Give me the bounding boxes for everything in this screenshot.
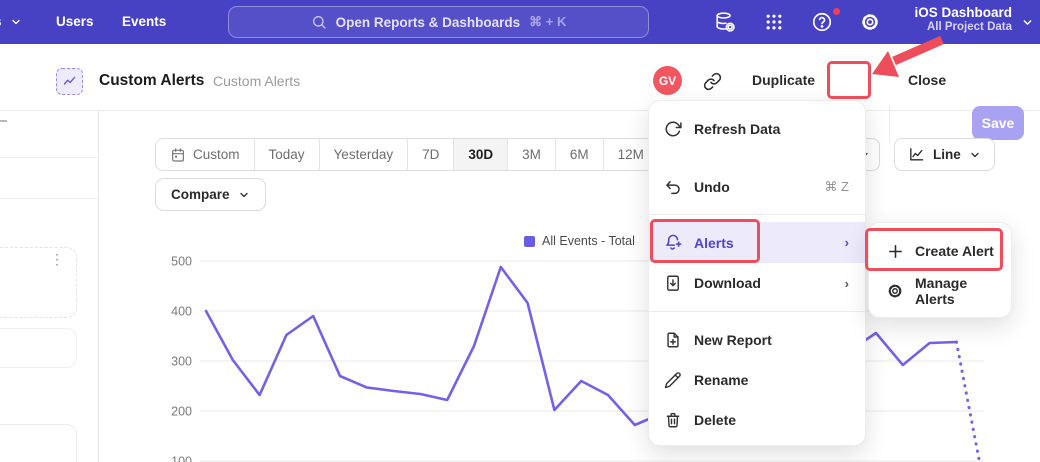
menu-divider (649, 214, 865, 215)
new-report-icon (663, 330, 683, 350)
sidebar-row-divider (0, 157, 98, 158)
kebab-menu-icon[interactable]: ⋮ (50, 255, 64, 281)
apps-grid-icon[interactable] (762, 10, 786, 34)
date-range-today[interactable]: Today (255, 139, 320, 170)
pencil-icon (663, 370, 683, 390)
top-navbar: s Users Events Open Reports & Dashboards… (0, 0, 1040, 44)
app-window: s Users Events Open Reports & Dashboards… (0, 0, 1040, 462)
sidebar-divider (98, 111, 99, 462)
breadcrumb: Custom Alerts (213, 73, 300, 89)
chevron-down-icon (10, 16, 22, 28)
menu-item-rename[interactable]: Rename (649, 360, 865, 400)
menu-item-label: Refresh Data (694, 121, 780, 137)
gear-icon (885, 281, 905, 301)
date-range-6m[interactable]: 6M (556, 139, 604, 170)
legend-swatch (524, 236, 535, 247)
bell-plus-icon (663, 233, 683, 253)
nav-item-truncated-label: s (0, 14, 2, 29)
legend-label: All Events - Total (542, 234, 635, 248)
menu-item-refresh-data[interactable]: Refresh Data (649, 109, 865, 149)
project-selector[interactable]: iOS Dashboard All Project Data (914, 5, 1012, 33)
menu-item-label: Undo (694, 179, 730, 195)
project-subtitle: All Project Data (914, 21, 1012, 33)
save-button[interactable]: Save (972, 106, 1024, 140)
date-range-yesterday[interactable]: Yesterday (320, 139, 409, 170)
menu-item-label: Create Alert (915, 243, 994, 259)
search-placeholder: Open Reports & Dashboards (336, 15, 521, 30)
menu-item-label: Alerts (694, 235, 734, 251)
menu-item-label: Delete (694, 412, 736, 428)
chart-type-label: Line (933, 147, 961, 162)
menu-item-new-report[interactable]: New Report (649, 320, 865, 360)
duplicate-button[interactable]: Duplicate (752, 72, 815, 88)
refresh-icon (663, 119, 683, 139)
sidebar-card[interactable] (0, 328, 77, 368)
compare-label: Compare (171, 187, 230, 202)
date-range-control: Custom Today Yesterday 7D 30D 3M 6M 12M (155, 138, 659, 171)
chart-line-dotted-projection (956, 342, 983, 462)
date-range-30d-selected[interactable]: 30D (454, 139, 508, 170)
date-range-custom[interactable]: Custom (156, 139, 255, 170)
page-title: Custom Alerts (99, 72, 204, 90)
menu-item-label: Manage Alerts (915, 275, 995, 307)
alerts-submenu: Create Alert Manage Alerts (868, 222, 1012, 318)
undo-shortcut: ⌘ Z (824, 179, 849, 195)
collapsed-sidebar-tick (0, 120, 7, 122)
help-icon[interactable] (810, 10, 834, 34)
search-input[interactable]: Open Reports & Dashboards ⌘ + K (228, 6, 649, 38)
chevron-down-icon (238, 189, 250, 201)
link-icon (703, 72, 722, 91)
submenu-chevron-icon: › (845, 235, 849, 250)
chart-legend: All Events - Total (524, 234, 635, 248)
sidebar-card[interactable] (0, 247, 77, 318)
copy-link-button[interactable] (700, 70, 724, 92)
chart-type-button[interactable]: Line (894, 138, 995, 171)
menu-item-delete[interactable]: Delete (649, 400, 865, 440)
date-range-label: Custom (193, 147, 240, 162)
compare-button[interactable]: Compare (155, 178, 266, 211)
menu-item-alerts[interactable]: Alerts › (649, 222, 865, 263)
notification-dot (832, 7, 841, 16)
menu-item-label: Download (694, 275, 761, 291)
search-icon (311, 14, 327, 30)
line-chart-icon (908, 146, 925, 163)
y-axis-tick-label: 200 (171, 405, 192, 419)
data-settings-icon[interactable] (713, 10, 737, 34)
chevron-down-icon (1021, 16, 1034, 29)
divider (889, 106, 890, 142)
trash-icon (663, 410, 683, 430)
chevron-down-icon (969, 149, 981, 161)
search-shortcut: ⌘ + K (529, 14, 566, 30)
download-icon (663, 273, 683, 293)
nav-item-users[interactable]: Users (56, 14, 94, 29)
undo-icon (663, 177, 683, 197)
plus-icon (885, 241, 905, 261)
sidebar-row-divider (0, 198, 98, 199)
y-axis-tick-label: 400 (171, 305, 192, 319)
menu-item-label: Rename (694, 372, 748, 388)
avatar[interactable]: GV (653, 66, 682, 95)
menu-divider (649, 311, 865, 312)
close-button[interactable]: Close (908, 72, 946, 88)
menu-item-label: New Report (694, 332, 772, 348)
report-header: Custom Alerts Custom Alerts GV Duplicate… (0, 44, 1040, 111)
project-title: iOS Dashboard (914, 5, 1012, 20)
y-axis-tick-label: 500 (171, 255, 192, 269)
calendar-icon (170, 147, 186, 163)
menu-item-undo[interactable]: Undo ⌘ Z (649, 167, 865, 207)
context-menu: Refresh Data Data from 1 min ago Undo ⌘ … (648, 100, 866, 446)
date-range-3m[interactable]: 3M (508, 139, 556, 170)
settings-gear-icon[interactable] (858, 10, 882, 34)
submenu-chevron-icon: › (845, 276, 849, 291)
report-type-icon (56, 68, 83, 95)
y-axis-tick-label: 100 (171, 455, 192, 462)
menu-item-download[interactable]: Download › (649, 263, 865, 303)
sidebar-card[interactable] (0, 424, 77, 462)
submenu-item-manage-alerts[interactable]: Manage Alerts (869, 271, 1011, 311)
date-range-7d[interactable]: 7D (408, 139, 454, 170)
nav-item-truncated[interactable]: s (0, 14, 22, 29)
nav-item-events[interactable]: Events (122, 14, 166, 29)
submenu-item-create-alert[interactable]: Create Alert (869, 231, 1011, 271)
y-axis-tick-label: 300 (171, 355, 192, 369)
